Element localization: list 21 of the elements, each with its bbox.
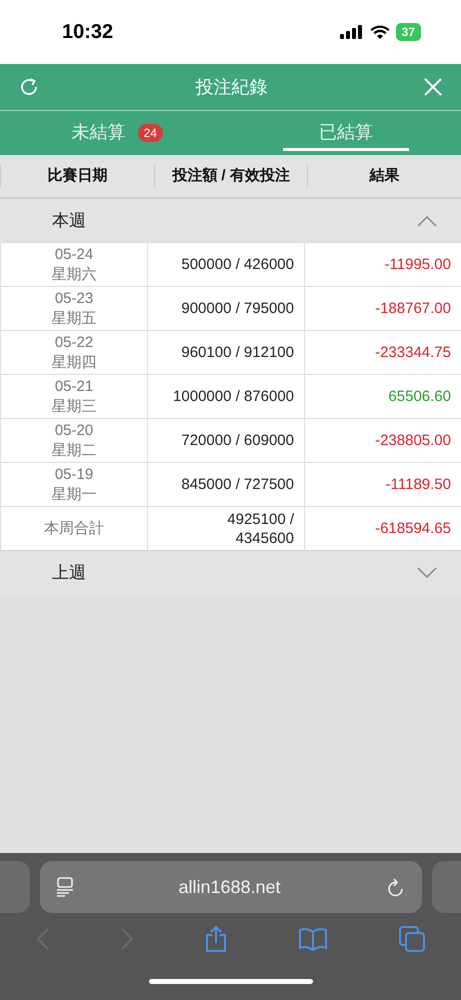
book-icon[interactable] (298, 927, 328, 951)
chevron-icon (417, 566, 437, 578)
status-time: 10:32 (62, 20, 114, 44)
signal-icon (340, 25, 364, 39)
page-title: 投注紀錄 (196, 76, 268, 99)
column-header: 結果 (307, 164, 461, 188)
column-header: 投注額 / 有效投注 (154, 164, 308, 188)
page-menu-icon[interactable] (56, 877, 74, 897)
battery-indicator: 37 (396, 23, 421, 41)
tab[interactable]: 已結算 (282, 116, 409, 150)
refresh-icon[interactable] (18, 76, 40, 98)
tab[interactable]: 未結算 (68, 114, 130, 152)
address-bar[interactable]: allin1688.net (40, 861, 422, 913)
chevron-icon (417, 214, 437, 226)
wifi-icon (370, 24, 390, 40)
count-badge: 24 (138, 124, 163, 142)
share-icon[interactable] (204, 925, 228, 953)
close-icon[interactable] (423, 77, 443, 97)
reload-icon[interactable] (386, 876, 406, 898)
tabs-icon[interactable] (398, 925, 426, 953)
column-header: 比賽日期 (0, 164, 154, 188)
